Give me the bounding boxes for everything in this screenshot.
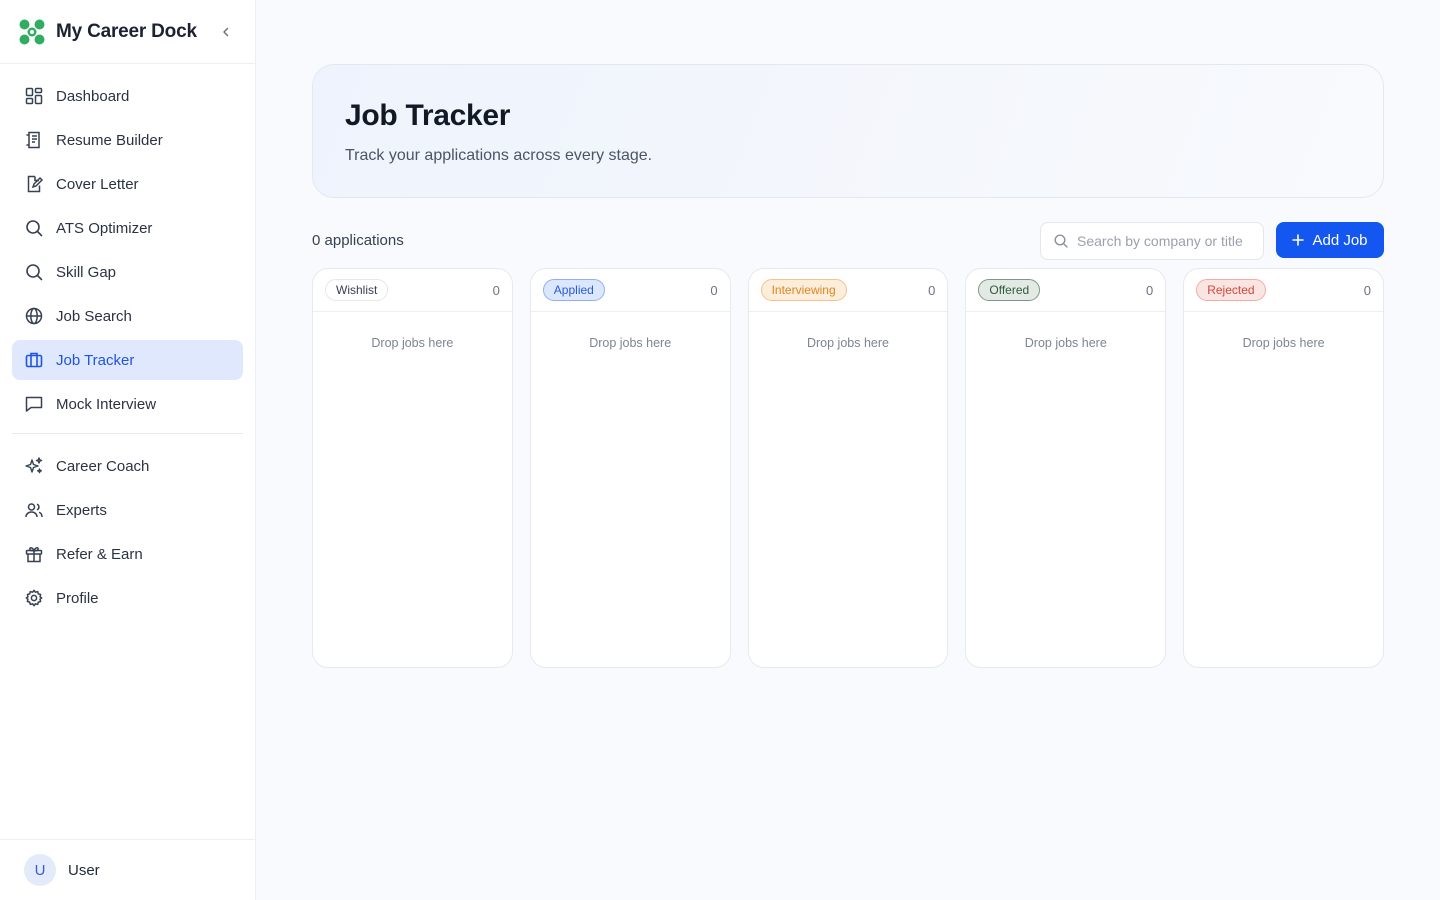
sidebar-item-label: Profile [56, 589, 99, 607]
sidebar-item-job-tracker[interactable]: Job Tracker [12, 340, 243, 380]
status-badge: Interviewing [760, 279, 847, 301]
sidebar-item-label: Resume Builder [56, 131, 163, 149]
sidebar-item-label: Refer & Earn [56, 545, 143, 563]
sidebar-item-label: Job Search [56, 307, 132, 325]
sidebar-item-skill-gap[interactable]: Skill Gap [12, 252, 243, 292]
drop-zone-text: Drop jobs here [1242, 336, 1325, 350]
chat-icon [24, 394, 44, 414]
edit-file-icon [24, 174, 44, 194]
drop-zone-text: Drop jobs here [371, 336, 454, 350]
plus-icon [1292, 234, 1305, 246]
sidebar-item-job-search[interactable]: Job Search [12, 296, 243, 336]
status-badge: Wishlist [325, 279, 389, 301]
column-count: 0 [928, 282, 936, 298]
column-header: Applied 0 [530, 269, 730, 312]
application-count: 0 applications [312, 232, 404, 249]
collapse-sidebar-button[interactable] [216, 22, 236, 42]
sidebar-item-experts[interactable]: Experts [12, 490, 243, 530]
user-name: User [68, 861, 100, 879]
drop-zone-text: Drop jobs here [1024, 336, 1107, 350]
column-header: Interviewing 0 [748, 269, 948, 312]
nav-divider [12, 433, 243, 434]
brand-name: My Career Dock [56, 20, 197, 42]
briefcase-icon [24, 350, 44, 370]
sidebar-item-dashboard[interactable]: Dashboard [12, 76, 243, 116]
search-icon [24, 218, 44, 238]
page-header: Job Tracker Track your applications acro… [312, 64, 1384, 198]
users-icon [24, 500, 44, 520]
sidebar-nav: Dashboard Resume Builder Cover Letter AT… [0, 64, 255, 618]
column-header: Offered 0 [966, 269, 1166, 312]
sidebar-item-label: Skill Gap [56, 263, 117, 281]
sidebar-item-label: ATS Optimizer [56, 219, 153, 237]
dashboard-icon [24, 86, 44, 106]
brand-header: My Career Dock [0, 0, 255, 64]
sidebar-item-label: Experts [56, 501, 107, 519]
status-badge: Rejected [1196, 279, 1266, 301]
gift-icon [24, 544, 44, 564]
avatar: U [24, 854, 56, 886]
sidebar-item-career-coach[interactable]: Career Coach [12, 446, 243, 486]
search-input[interactable] [1077, 233, 1257, 249]
status-badge: Applied [542, 279, 605, 301]
user-menu[interactable]: U User [0, 839, 255, 900]
sidebar-item-cover-letter[interactable]: Cover Letter [12, 164, 243, 204]
column-wishlist[interactable]: Wishlist 0 Drop jobs here [312, 268, 513, 668]
drop-zone-text: Drop jobs here [806, 336, 889, 350]
sidebar-item-label: Career Coach [56, 457, 150, 475]
resume-icon [24, 130, 44, 150]
globe-icon [24, 306, 44, 326]
page-title: Job Tracker [345, 99, 511, 132]
sidebar-item-label: Dashboard [56, 87, 130, 105]
sidebar-item-label: Job Tracker [56, 351, 135, 369]
column-interviewing[interactable]: Interviewing 0 Drop jobs here [747, 268, 949, 668]
sidebar-item-label: Cover Letter [56, 175, 139, 193]
sidebar-item-profile[interactable]: Profile [12, 578, 243, 618]
drop-zone-text: Drop jobs here [589, 336, 672, 350]
add-job-label: Add Job [1312, 231, 1368, 249]
column-offered[interactable]: Offered 0 Drop jobs here [965, 268, 1167, 668]
add-job-button[interactable]: Add Job [1276, 222, 1384, 258]
page-subtitle: Track your applications across every sta… [345, 147, 653, 164]
sidebar-item-label: Mock Interview [56, 395, 157, 413]
main-content: Job Tracker Track your applications acro… [312, 64, 1384, 668]
chevron-left-icon [223, 27, 229, 37]
search-icon [1053, 233, 1069, 249]
gear-icon [24, 588, 44, 608]
sidebar-item-refer-earn[interactable]: Refer & Earn [12, 534, 243, 574]
column-count: 0 [1363, 282, 1371, 298]
column-applied[interactable]: Applied 0 Drop jobs here [529, 268, 731, 668]
kanban-board: Wishlist 0 Drop jobs here Applied 0 Drop… [312, 268, 1384, 668]
column-count: 0 [492, 282, 500, 298]
status-badge: Offered [978, 279, 1041, 301]
sidebar-item-mock-interview[interactable]: Mock Interview [12, 384, 243, 424]
search-icon [24, 262, 44, 282]
sidebar-item-resume-builder[interactable]: Resume Builder [12, 120, 243, 160]
sidebar-item-ats-optimizer[interactable]: ATS Optimizer [12, 208, 243, 248]
column-count: 0 [710, 282, 718, 298]
sidebar: My Career Dock Dashboard Resume Builder … [0, 0, 256, 900]
column-rejected[interactable]: Rejected 0 Drop jobs here [1183, 268, 1384, 668]
toolbar: 0 applications Add Job [312, 222, 1384, 260]
sparkles-icon [24, 456, 44, 476]
column-count: 0 [1145, 282, 1154, 298]
brand-logo-icon [19, 19, 45, 44]
column-header: Rejected 0 [1184, 269, 1383, 312]
search-box [1040, 222, 1264, 260]
column-header: Wishlist 0 [313, 269, 512, 312]
